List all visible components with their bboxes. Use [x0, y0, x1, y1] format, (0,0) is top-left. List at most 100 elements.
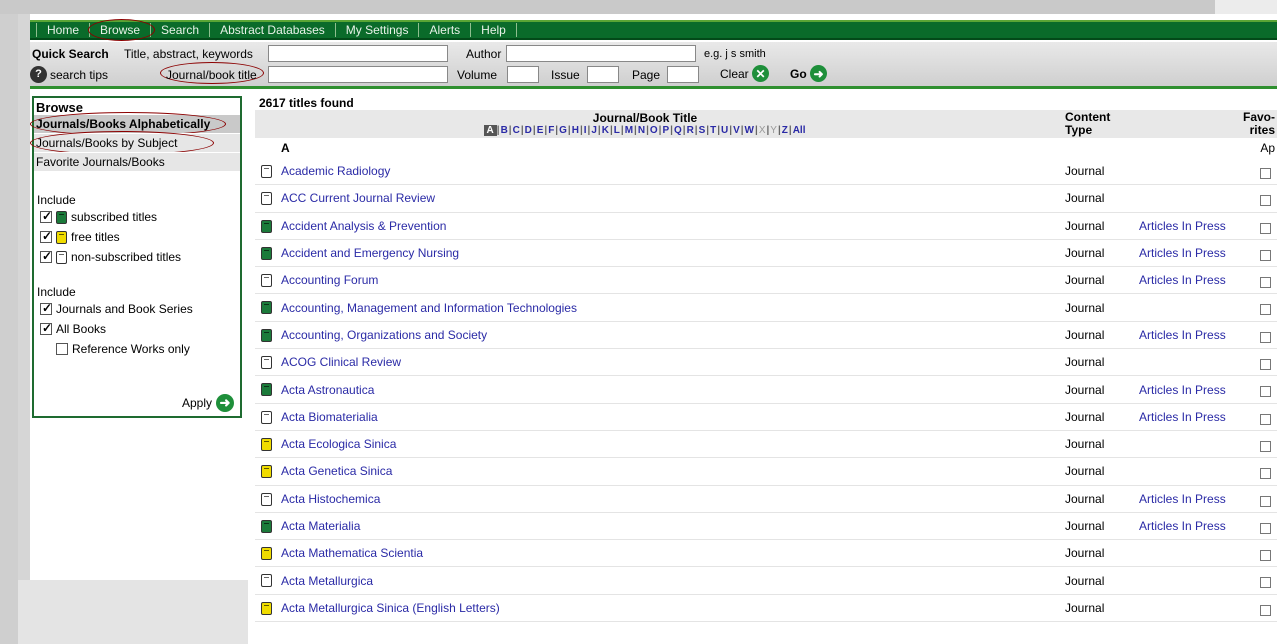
- help-question-icon[interactable]: ?: [30, 66, 47, 83]
- include-non-subscribed-row[interactable]: non-subscribed titles: [34, 247, 240, 267]
- journal-title-link[interactable]: Acta Metallurgica: [281, 574, 373, 588]
- favorite-checkbox[interactable]: [1260, 495, 1271, 507]
- issue-input[interactable]: [587, 66, 619, 83]
- articles-in-press-link[interactable]: Articles In Press: [1139, 383, 1226, 397]
- author-input[interactable]: [506, 45, 696, 62]
- letter-link-y[interactable]: Y: [769, 125, 778, 136]
- go-arrow-icon[interactable]: ➜: [810, 65, 827, 82]
- nav-help[interactable]: Help: [471, 23, 517, 37]
- letter-link-p[interactable]: P: [661, 125, 670, 136]
- journal-book-title-input[interactable]: [268, 66, 448, 83]
- letter-link-g[interactable]: G: [558, 125, 568, 136]
- nav-browse[interactable]: Browse: [88, 19, 156, 41]
- favorite-checkbox[interactable]: [1260, 440, 1271, 452]
- journal-title-link[interactable]: Acta Mathematica Scientia: [281, 546, 423, 560]
- favorite-checkbox[interactable]: [1260, 222, 1271, 234]
- letter-link-t[interactable]: T: [709, 125, 717, 136]
- favorite-checkbox[interactable]: [1260, 577, 1271, 589]
- journal-title-link[interactable]: Acta Biomaterialia: [281, 410, 378, 424]
- sidebar-item-alphabetically[interactable]: Journals/Books Alphabetically: [30, 112, 240, 136]
- favorite-checkbox[interactable]: [1260, 168, 1271, 179]
- favorite-checkbox[interactable]: [1260, 413, 1271, 425]
- subscribed-checkbox[interactable]: [40, 209, 52, 223]
- articles-in-press-link[interactable]: Articles In Press: [1139, 219, 1226, 233]
- letter-link-all[interactable]: All: [792, 125, 807, 136]
- reference-works-checkbox[interactable]: [56, 343, 68, 355]
- journal-title-link[interactable]: Acta Genetica Sinica: [281, 464, 392, 478]
- journal-title-link[interactable]: Academic Radiology: [281, 164, 390, 178]
- letter-link-j[interactable]: J: [590, 125, 598, 136]
- letter-link-k[interactable]: K: [601, 125, 610, 136]
- letter-link-h[interactable]: H: [571, 125, 580, 136]
- letter-link-l[interactable]: L: [613, 125, 621, 136]
- sidebar-item-favorites[interactable]: Favorite Journals/Books: [34, 152, 240, 171]
- favorite-checkbox[interactable]: [1260, 359, 1271, 371]
- letter-link-z[interactable]: Z: [781, 125, 789, 136]
- letter-link-c[interactable]: C: [512, 125, 521, 136]
- title-abstract-keywords-input[interactable]: [268, 45, 448, 62]
- letter-link-r[interactable]: R: [686, 125, 695, 136]
- nav-alerts[interactable]: Alerts: [419, 23, 472, 37]
- letter-link-d[interactable]: D: [524, 125, 533, 136]
- favorite-checkbox[interactable]: [1260, 550, 1271, 562]
- journal-title-link[interactable]: Acta Histochemica: [281, 492, 380, 506]
- favorite-checkbox[interactable]: [1260, 468, 1271, 480]
- nav-abstract-databases[interactable]: Abstract Databases: [210, 23, 336, 37]
- journal-title-link[interactable]: ACC Current Journal Review: [281, 191, 435, 205]
- favorite-checkbox[interactable]: [1260, 604, 1271, 616]
- journal-title-link[interactable]: ACOG Clinical Review: [281, 355, 401, 369]
- page-input[interactable]: [667, 66, 699, 83]
- include-reference-row[interactable]: Reference Works only: [34, 339, 240, 359]
- include-journals-row[interactable]: Journals and Book Series: [34, 299, 240, 319]
- journal-title-link[interactable]: Acta Materialia: [281, 519, 360, 533]
- journal-title-link[interactable]: Accounting, Organizations and Society: [281, 328, 487, 342]
- letter-link-b[interactable]: B: [500, 125, 509, 136]
- sidebar-item-by-subject[interactable]: Journals/Books by Subject: [30, 131, 240, 155]
- nav-home[interactable]: Home: [36, 23, 91, 37]
- journals-series-checkbox[interactable]: [40, 301, 52, 315]
- journal-title-link[interactable]: Accident Analysis & Prevention: [281, 219, 446, 233]
- articles-in-press-link[interactable]: Articles In Press: [1139, 328, 1226, 342]
- articles-in-press-link[interactable]: Articles In Press: [1139, 246, 1226, 260]
- favorite-checkbox[interactable]: [1260, 304, 1271, 316]
- articles-in-press-link[interactable]: Articles In Press: [1139, 492, 1226, 506]
- clear-x-icon[interactable]: ✕: [752, 65, 769, 82]
- favorite-checkbox[interactable]: [1260, 195, 1271, 207]
- letter-link-v[interactable]: V: [732, 125, 741, 136]
- volume-input[interactable]: [507, 66, 539, 83]
- favorite-checkbox[interactable]: [1260, 522, 1271, 534]
- articles-in-press-link[interactable]: Articles In Press: [1139, 519, 1226, 533]
- letter-link-m[interactable]: M: [624, 125, 634, 136]
- letter-link-q[interactable]: Q: [673, 125, 683, 136]
- articles-in-press-link[interactable]: Articles In Press: [1139, 273, 1226, 287]
- journal-title-link[interactable]: Acta Ecologica Sinica: [281, 437, 396, 451]
- articles-in-press-link[interactable]: Articles In Press: [1139, 410, 1226, 424]
- letter-link-o[interactable]: O: [649, 125, 659, 136]
- letter-link-s[interactable]: S: [698, 125, 707, 136]
- letter-link-a[interactable]: A: [483, 125, 497, 136]
- favorite-checkbox[interactable]: [1260, 277, 1271, 289]
- journal-title-link[interactable]: Acta Metallurgica Sinica (English Letter…: [281, 601, 500, 615]
- journal-title-link[interactable]: Acta Astronautica: [281, 383, 374, 397]
- letter-link-w[interactable]: W: [744, 125, 755, 136]
- free-checkbox[interactable]: [40, 229, 52, 243]
- all-books-checkbox[interactable]: [40, 321, 52, 335]
- nav-my-settings[interactable]: My Settings: [336, 23, 420, 37]
- include-subscribed-row[interactable]: subscribed titles: [34, 207, 240, 227]
- journal-title-link[interactable]: Accident and Emergency Nursing: [281, 246, 459, 260]
- favorite-checkbox[interactable]: [1260, 331, 1271, 343]
- journal-title-link[interactable]: Accounting, Management and Information T…: [281, 301, 577, 315]
- search-tips-link[interactable]: search tips: [50, 68, 108, 82]
- clear-label[interactable]: Clear: [720, 67, 749, 81]
- favorite-checkbox[interactable]: [1260, 386, 1271, 398]
- favorites-apply-link[interactable]: Ap: [1260, 138, 1275, 158]
- letter-link-n[interactable]: N: [637, 125, 646, 136]
- include-free-row[interactable]: free titles: [34, 227, 240, 247]
- go-label[interactable]: Go: [790, 67, 807, 81]
- apply-button[interactable]: Apply ➜: [182, 394, 234, 412]
- include-all-books-row[interactable]: All Books: [34, 319, 240, 339]
- journal-title-link[interactable]: Accounting Forum: [281, 273, 378, 287]
- favorite-checkbox[interactable]: [1260, 249, 1271, 261]
- nav-search[interactable]: Search: [151, 23, 211, 37]
- letter-link-u[interactable]: U: [720, 125, 729, 136]
